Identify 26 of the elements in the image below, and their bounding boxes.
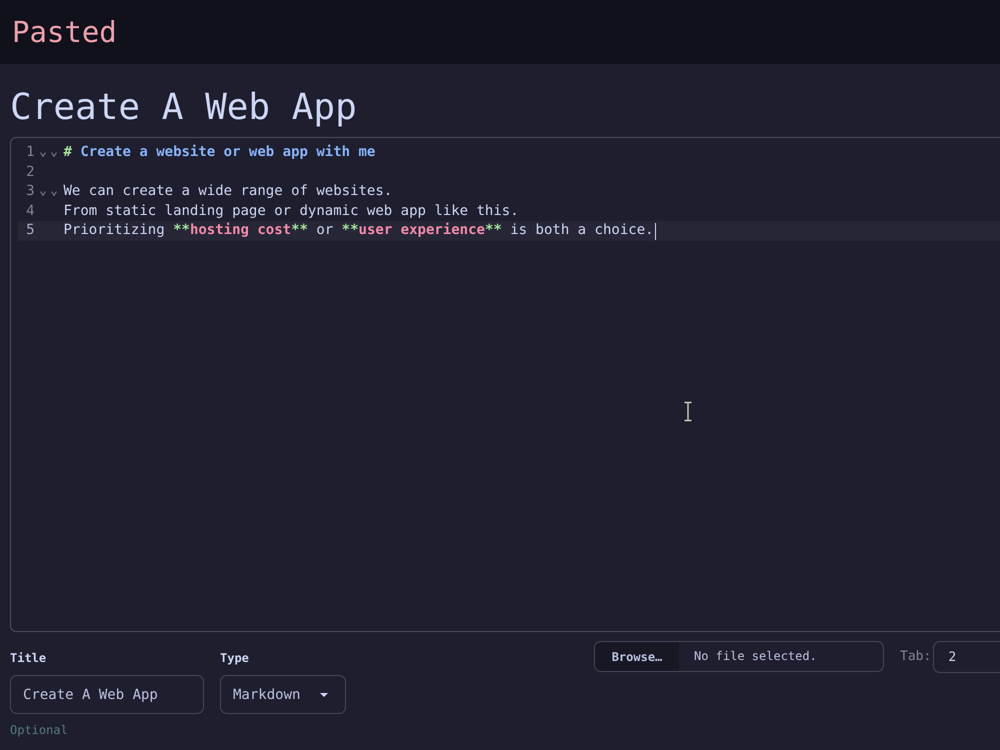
text-caret-icon — [654, 222, 656, 240]
code-line: # Create a website or web app with me — [64, 143, 376, 162]
tab-size-input[interactable]: 2 — [933, 641, 1000, 673]
line-number: 1 — [25, 143, 34, 162]
type-select[interactable]: Markdown — [220, 675, 346, 714]
code-line: From static landing page or dynamic web app like this. — [64, 202, 519, 221]
line-number: 5 — [25, 221, 34, 240]
caret-down-icon — [320, 692, 328, 696]
file-status: No file selected. — [693, 648, 817, 665]
fold-chevrons-icon[interactable] — [40, 190, 56, 196]
line-number: 2 — [25, 162, 34, 182]
page-title: Create A Web App — [10, 86, 357, 130]
browse-button[interactable]: Browse… — [595, 642, 679, 671]
tab-size-label: Tab: — [900, 648, 932, 666]
code-line: We can create a wide range of websites. — [64, 182, 392, 202]
title-input[interactable]: Create A Web App — [10, 675, 204, 714]
file-picker[interactable]: Browse… No file selected. — [594, 641, 884, 672]
line-number: 3 — [25, 182, 34, 202]
field-hint: Optional — [10, 723, 68, 737]
app-title: Pasted — [12, 15, 117, 49]
code-line: Prioritizing **hosting cost** or **user experience** is both a choice. — [64, 221, 654, 240]
field-label: Title — [10, 651, 46, 665]
field-label: Type — [220, 651, 249, 665]
fold-chevrons-icon[interactable] — [40, 152, 56, 157]
line-number: 4 — [25, 202, 34, 221]
text-cursor-icon — [683, 401, 693, 422]
